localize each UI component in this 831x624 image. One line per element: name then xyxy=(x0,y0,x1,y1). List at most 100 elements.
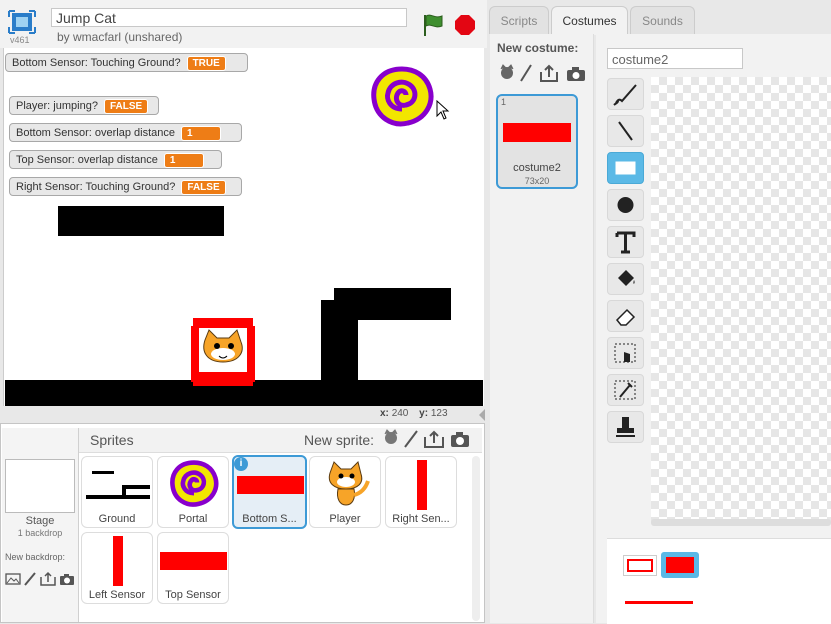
brush-tool[interactable] xyxy=(607,78,644,110)
text-icon xyxy=(615,231,636,254)
select-icon xyxy=(614,343,636,363)
sprites-scrollbar[interactable] xyxy=(472,456,480,621)
stage-thumbnail[interactable] xyxy=(5,459,75,513)
fill-tool[interactable] xyxy=(607,263,644,295)
choose-sprite-icon xyxy=(384,429,398,444)
sprite-tile-portal[interactable]: Portal xyxy=(157,456,229,528)
project-title-input[interactable]: Jump Cat xyxy=(51,8,407,27)
player-sprite[interactable] xyxy=(191,318,257,391)
new-backdrop-label: New backdrop: xyxy=(5,552,66,562)
canvas-horizontal-scrollbar[interactable] xyxy=(651,519,831,526)
monitor-value: FALSE xyxy=(181,179,226,195)
green-flag-icon[interactable] xyxy=(422,13,444,40)
paint-canvas[interactable] xyxy=(651,77,831,523)
right-sensor-thumbnail xyxy=(417,460,427,510)
sprite-name: Top Sensor xyxy=(165,589,221,601)
line-icon xyxy=(618,121,633,141)
monitor-value: 1 xyxy=(180,125,221,141)
select-tool[interactable] xyxy=(607,337,644,369)
camera-sprite-icon xyxy=(451,432,469,447)
fill-icon xyxy=(618,270,635,286)
duplicate-icon xyxy=(614,380,636,400)
variable-monitor: Player: jumping? FALSE xyxy=(9,96,159,115)
sprite-tile-top-sensor[interactable]: Top Sensor xyxy=(157,532,229,604)
upload-icon xyxy=(40,571,56,586)
x-value: 240 xyxy=(391,408,409,419)
duplicate-tool[interactable] xyxy=(607,374,644,406)
ellipse-tool[interactable] xyxy=(607,189,644,221)
monitor-label: Bottom Sensor: Touching Ground? xyxy=(12,57,181,69)
monitor-label: Right Sensor: Touching Ground? xyxy=(16,181,176,193)
costume-size: 73x20 xyxy=(524,176,550,186)
tab-costumes[interactable]: Costumes xyxy=(551,6,628,35)
paint-sprite-icon xyxy=(404,430,418,448)
tab-sounds[interactable]: Sounds xyxy=(630,6,695,34)
sprite-tile-bottom-sensor[interactable]: i Bottom S... xyxy=(232,455,307,529)
ground-platform xyxy=(58,206,224,236)
monitor-value: TRUE xyxy=(186,55,226,71)
portal-sprite[interactable] xyxy=(368,65,436,132)
stage[interactable]: Bottom Sensor: Touching Ground? TRUE Play… xyxy=(3,48,484,406)
costume-tile[interactable]: 1 costume2 73x20 xyxy=(496,94,578,189)
costume-thumbnail xyxy=(503,123,571,142)
stamp-icon xyxy=(616,417,635,437)
variable-monitor: Right Sensor: Touching Ground? FALSE xyxy=(9,177,242,196)
top-sensor-thumbnail xyxy=(160,552,227,570)
sprite-tile-right-sensor[interactable]: Right Sen... xyxy=(385,456,457,528)
stage-label: Stage xyxy=(25,515,55,527)
variable-monitor: Bottom Sensor: Touching Ground? TRUE xyxy=(5,53,248,72)
rectangle-tool[interactable] xyxy=(607,152,644,184)
upload-costume-icon xyxy=(540,64,558,82)
info-icon[interactable]: i xyxy=(234,457,248,471)
sprite-tile-ground[interactable]: Ground xyxy=(81,456,153,528)
brush-icon xyxy=(24,572,36,586)
stamp-tool[interactable] xyxy=(607,411,644,443)
y-label: y: xyxy=(419,408,429,419)
monitor-label: Player: jumping? xyxy=(16,100,98,112)
choose-costume-icon xyxy=(500,64,514,79)
sprite-name: Portal xyxy=(178,513,208,525)
paint-costume-icon xyxy=(520,64,532,82)
tab-scripts[interactable]: Scripts xyxy=(489,6,549,34)
camera-costume-icon xyxy=(567,67,585,81)
sprite-name: Left Sensor xyxy=(88,589,146,601)
costume-name-input[interactable]: costume2 xyxy=(607,48,743,69)
monitor-value: FALSE xyxy=(103,98,149,114)
ellipse-icon xyxy=(617,197,634,213)
sprite-tile-player[interactable]: Player xyxy=(309,456,381,528)
monitor-label: Top Sensor: overlap distance xyxy=(16,154,158,166)
sprite-name: Right Sen... xyxy=(392,513,450,525)
sprite-name: Player xyxy=(329,513,361,525)
costume-name: costume2 xyxy=(513,162,561,174)
variable-monitor: Top Sensor: overlap distance 1 xyxy=(9,150,222,169)
x-label: x: xyxy=(380,408,389,419)
line-tool[interactable] xyxy=(607,115,644,147)
camera-icon xyxy=(60,574,74,585)
rectangle-icon xyxy=(615,161,636,175)
version-label: v461 xyxy=(10,35,30,45)
sprite-name: Ground xyxy=(98,513,136,525)
sprite-tile-left-sensor[interactable]: Left Sensor xyxy=(81,532,153,604)
sprites-title: Sprites xyxy=(90,432,134,448)
brush-icon xyxy=(613,84,637,106)
y-value: 123 xyxy=(430,408,448,419)
text-tool[interactable] xyxy=(607,226,644,258)
variable-monitor: Bottom Sensor: overlap distance 1 xyxy=(9,123,242,142)
mouse-coordinates: x: 240 y: 123 xyxy=(380,408,448,419)
mouse-cursor-icon xyxy=(436,99,450,123)
stop-icon[interactable] xyxy=(455,15,475,35)
filled-rectangle-option[interactable] xyxy=(661,552,699,578)
new-sprite-icons xyxy=(381,429,473,452)
outline-rectangle-option[interactable] xyxy=(623,555,657,576)
new-costume-icons xyxy=(497,63,589,86)
eraser-icon xyxy=(615,308,636,326)
monitor-label: Bottom Sensor: overlap distance xyxy=(16,127,175,139)
fullscreen-icon[interactable] xyxy=(6,8,38,36)
eraser-tool[interactable] xyxy=(607,300,644,332)
ground-thumbnail xyxy=(86,471,150,499)
author-label: by wmacfarl (unshared) xyxy=(57,30,183,44)
left-sensor-thumbnail xyxy=(113,536,123,586)
sprite-name: Bottom S... xyxy=(242,513,297,525)
line-width-preview xyxy=(625,601,693,604)
stage-backdrop-count: 1 backdrop xyxy=(17,528,63,538)
